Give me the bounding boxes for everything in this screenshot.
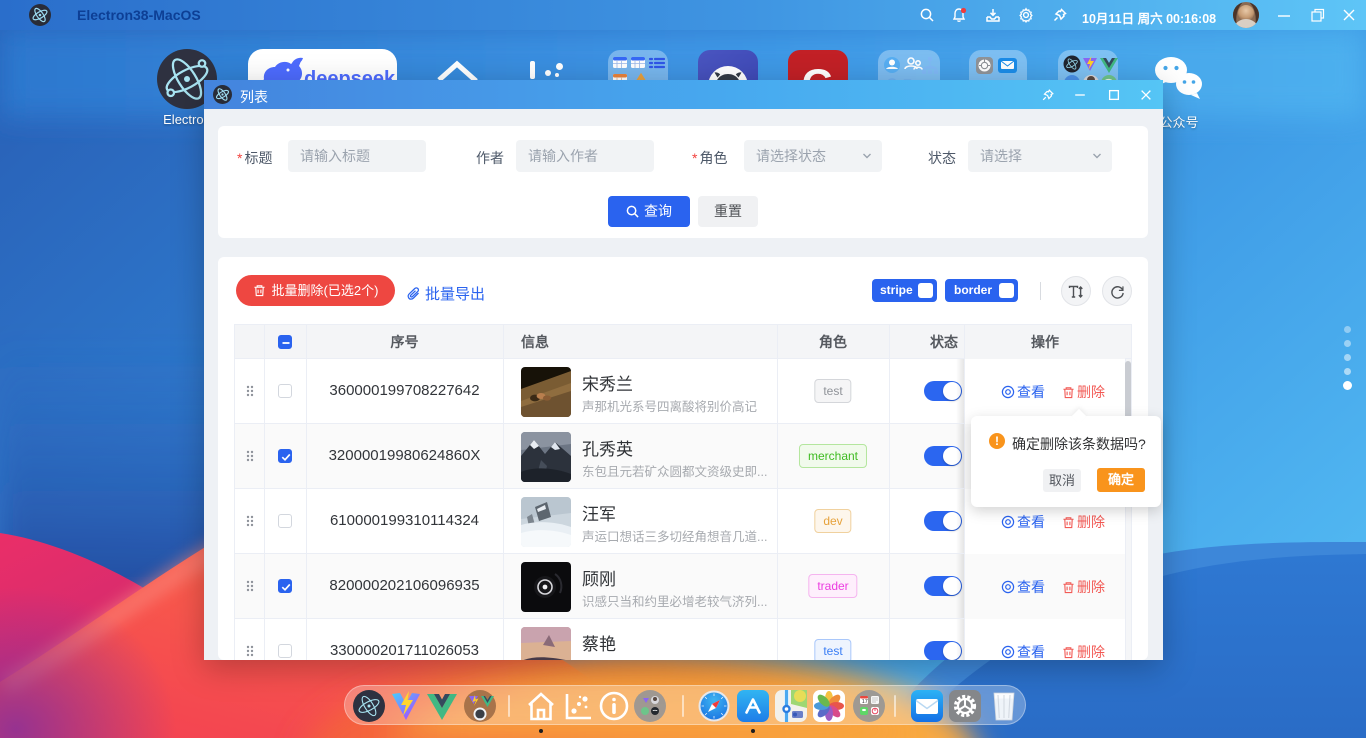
svg-text:17: 17: [862, 699, 868, 705]
